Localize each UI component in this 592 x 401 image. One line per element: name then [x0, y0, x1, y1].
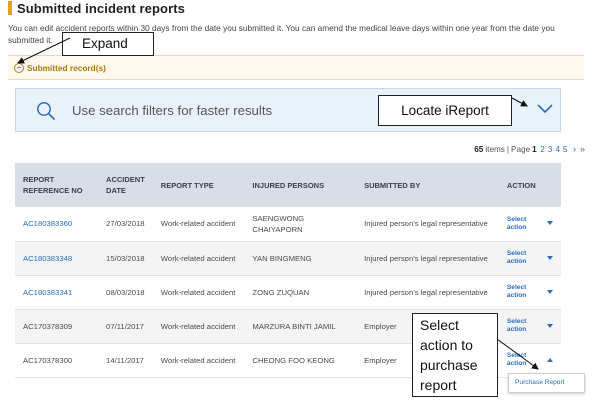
- caret-down-icon[interactable]: [547, 323, 553, 328]
- table-row: AC180383341 08/03/2018 Work-related acci…: [15, 275, 561, 310]
- table-row: AC180383348 15/03/2018 Work-related acci…: [15, 241, 561, 276]
- injured-person: ZONG ZUQUAN: [244, 275, 357, 310]
- select-action-label[interactable]: Select action: [507, 216, 533, 232]
- pagination: 65 items | Page 1 2 3 4 5 › »: [474, 144, 585, 154]
- select-action-dropdown[interactable]: Select action: [498, 275, 561, 310]
- caret-up-icon[interactable]: [547, 357, 553, 362]
- submitted-by: Injured person's legal representative: [356, 275, 499, 310]
- accident-date: 08/03/2018: [98, 275, 153, 310]
- select-action-dropdown[interactable]: Select action: [498, 309, 561, 344]
- select-action-dropdown-open[interactable]: Select action: [498, 343, 561, 378]
- page-link-4[interactable]: 4: [555, 145, 560, 154]
- title-accent-bar: [8, 1, 12, 15]
- report-type: Work-related accident: [152, 343, 245, 378]
- accident-date: 07/11/2017: [98, 309, 153, 344]
- next-page-icon[interactable]: ›: [573, 144, 576, 154]
- page-label: Page: [511, 144, 531, 154]
- page-current: 1: [532, 144, 537, 154]
- page-title: Submitted incident reports: [8, 0, 185, 16]
- select-action-label[interactable]: Select action: [507, 250, 533, 266]
- col-submitted-by: SUBMITTED BY: [356, 163, 499, 207]
- select-action-dropdown[interactable]: Select action: [498, 207, 561, 242]
- table-row: AC180383360 27/03/2018 Work-related acci…: [15, 207, 561, 242]
- item-count: 65: [474, 144, 484, 154]
- callout-select-line: action to: [420, 337, 473, 353]
- col-injured-persons: INJURED PERSONS: [244, 163, 357, 207]
- report-ref: AC170378309: [15, 309, 99, 344]
- report-ref-link[interactable]: AC180383360: [15, 207, 99, 242]
- callout-select-line: report: [420, 377, 457, 393]
- items-label: items: [485, 144, 505, 154]
- injured-person: SAENGWONG CHAIYAPORN: [244, 207, 357, 242]
- col-report-type: REPORT TYPE: [152, 163, 245, 207]
- injured-person: CHEONG FOO KEONG: [244, 343, 357, 378]
- select-action-dropdown[interactable]: Select action: [498, 241, 561, 276]
- col-accident-date: ACCIDENT DATE: [98, 163, 153, 207]
- injured-person: YAN BINGMENG: [244, 241, 357, 276]
- callout-select-action: Select action to purchase report: [412, 313, 498, 397]
- callout-expand: Expand: [62, 32, 154, 56]
- report-ref-link[interactable]: AC180383341: [15, 275, 99, 310]
- callout-select-line: Select: [420, 317, 459, 333]
- injured-person: MARZURA BINTI JAMIL: [244, 309, 357, 344]
- select-action-label[interactable]: Select action: [507, 318, 533, 334]
- report-type: Work-related accident: [152, 275, 245, 310]
- caret-down-icon[interactable]: [547, 255, 553, 260]
- select-action-label[interactable]: Select action: [507, 352, 533, 368]
- accident-date: 15/03/2018: [98, 241, 153, 276]
- report-ref: AC170378300: [15, 343, 99, 378]
- report-type: Work-related accident: [152, 309, 245, 344]
- caret-down-icon[interactable]: [547, 221, 553, 225]
- report-type: Work-related accident: [152, 207, 245, 242]
- search-placeholder[interactable]: Use search filters for faster results: [72, 89, 272, 133]
- chevron-down-icon[interactable]: [535, 100, 555, 116]
- col-action: ACTION: [498, 163, 561, 207]
- submitted-by: Injured person's legal representative: [356, 207, 499, 242]
- page-link-5[interactable]: 5: [563, 145, 568, 154]
- caret-down-icon[interactable]: [547, 289, 553, 294]
- report-type: Work-related accident: [152, 241, 245, 276]
- purchase-report-option[interactable]: Purchase Report: [508, 373, 585, 393]
- submitted-by: Injured person's legal representative: [356, 241, 499, 276]
- collapse-minus-icon[interactable]: [14, 62, 24, 73]
- submitted-records-toggle[interactable]: Submitted record(s): [8, 55, 584, 80]
- table-header-row: REPORT REFERENCE NO ACCIDENT DATE REPORT…: [15, 163, 561, 207]
- accident-date: 27/03/2018: [98, 207, 153, 242]
- col-report-ref: REPORT REFERENCE NO: [15, 163, 99, 207]
- callout-locate-ireport: Locate iReport: [378, 95, 512, 126]
- last-page-icon[interactable]: »: [580, 144, 585, 154]
- accident-date: 14/11/2017: [98, 343, 153, 378]
- report-ref-link[interactable]: AC180383348: [15, 241, 99, 276]
- page-title-text: Submitted incident reports: [17, 0, 186, 16]
- page-link-3[interactable]: 3: [548, 145, 553, 154]
- callout-select-line: purchase: [420, 357, 478, 373]
- page-link-2[interactable]: 2: [540, 145, 545, 154]
- search-icon[interactable]: [36, 101, 56, 121]
- select-action-label[interactable]: Select action: [507, 284, 533, 300]
- submitted-records-label[interactable]: Submitted record(s): [27, 63, 106, 73]
